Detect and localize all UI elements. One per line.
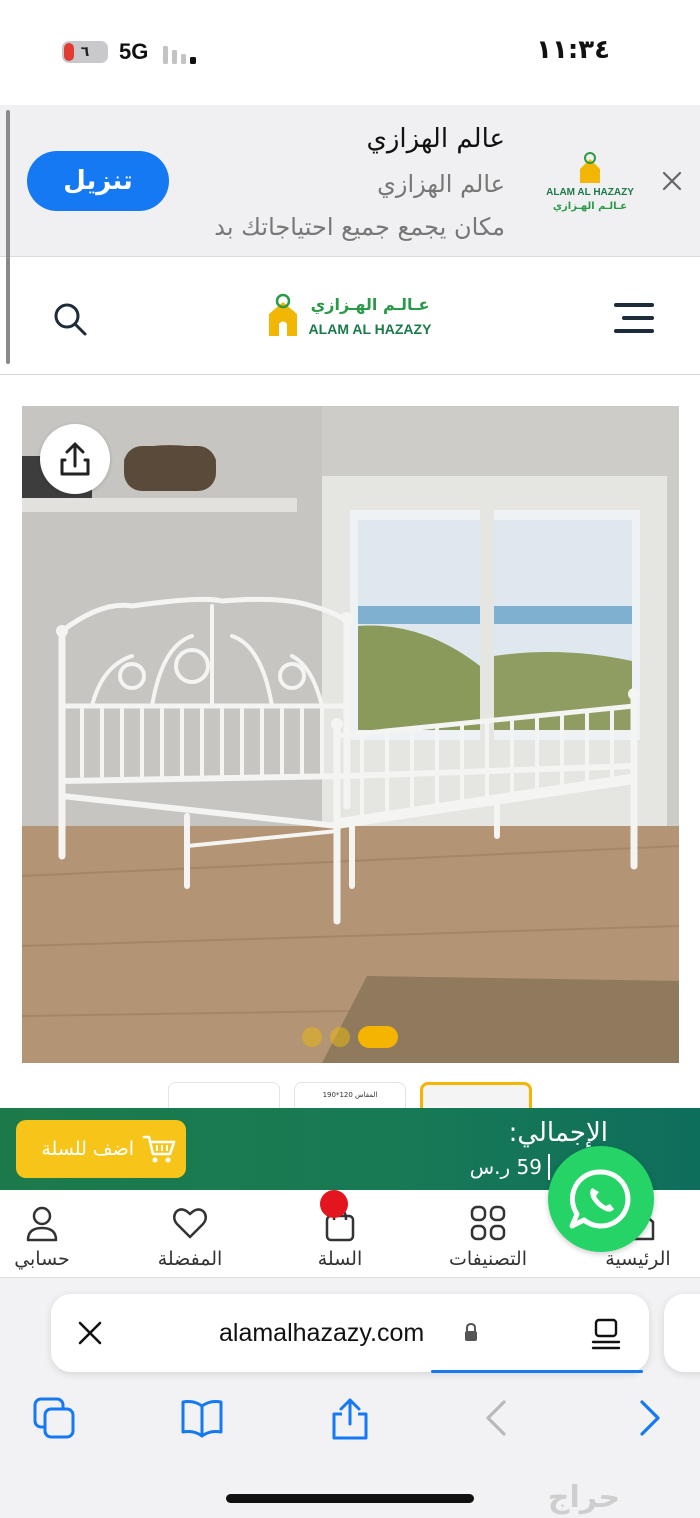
nav-favorites[interactable]: المفضلة <box>140 1190 240 1278</box>
menu-icon[interactable] <box>612 301 654 335</box>
install-app-button[interactable]: تنزيل <box>27 151 169 211</box>
add-to-cart-button[interactable]: اضف للسلة <box>16 1120 186 1178</box>
close-icon[interactable] <box>77 1320 103 1346</box>
search-icon[interactable] <box>52 301 88 337</box>
tabs-icon[interactable] <box>32 1396 76 1440</box>
browser-toolbar: alamalhazazy.com حراج <box>0 1278 700 1518</box>
site-logo-text-ar: عـالـم الهـزازي <box>311 295 430 315</box>
whatsapp-button[interactable] <box>548 1146 654 1252</box>
banner-app-description: مكان يجمع جميع احتياجاتك بد <box>214 213 505 241</box>
gallery-pagination <box>300 1026 410 1048</box>
nav-account[interactable]: حسابي <box>0 1190 84 1278</box>
app-logo-text-en: ALAM AL HAZAZY <box>546 187 634 198</box>
grid-icon <box>470 1205 506 1241</box>
app-install-banner: تنزيل عالم الهزازي عالم الهزازي مكان يجم… <box>0 105 700 257</box>
bookmarks-icon[interactable] <box>180 1396 224 1440</box>
pagination-dot[interactable] <box>330 1027 350 1047</box>
site-logo-text-en: ALAM AL HAZAZY <box>309 321 433 337</box>
network-type: 5G <box>119 39 149 64</box>
site-header: عـالـم الهـزازي ALAM AL HAZAZY <box>0 258 700 375</box>
pagination-dot[interactable] <box>302 1027 322 1047</box>
nav-account-label: حسابي <box>14 1248 70 1270</box>
whatsapp-icon <box>569 1169 631 1229</box>
thumbnail[interactable]: المقاس 120*190 <box>294 1082 406 1110</box>
signal-icon <box>163 46 196 64</box>
address-bar[interactable]: alamalhazazy.com <box>51 1294 649 1373</box>
total-label: الإجمالي: <box>508 1118 608 1148</box>
page-menu-icon[interactable] <box>591 1318 621 1350</box>
back-icon[interactable] <box>476 1396 520 1440</box>
page-load-progress <box>431 1370 643 1373</box>
share-button[interactable] <box>40 424 110 494</box>
nav-categories-label: التصنيفات <box>448 1248 528 1270</box>
forward-icon[interactable] <box>626 1396 670 1440</box>
share-icon <box>60 442 90 476</box>
scroll-indicator <box>6 110 10 364</box>
thumbnail-strip: المقاس 120*190 <box>0 1076 700 1110</box>
add-to-cart-label: اضف للسلة <box>41 1138 134 1160</box>
nav-categories[interactable]: التصنيفات <box>430 1190 546 1278</box>
banner-app-subtitle: عالم الهزازي <box>377 170 505 198</box>
bed-photo <box>22 406 679 1063</box>
close-banner-icon[interactable] <box>660 169 684 193</box>
cart-icon <box>142 1135 176 1163</box>
thumbnail[interactable] <box>168 1082 280 1110</box>
watermark: حراج <box>547 1480 621 1515</box>
battery-percent: ٦ <box>80 44 90 60</box>
app-logo: ALAM AL HAZAZY عـالـم الهـزازي <box>546 152 634 212</box>
app-logo-text-ar: عـالـم الهـزازي <box>553 201 627 212</box>
thumbnail-active[interactable] <box>420 1082 532 1110</box>
site-logo[interactable]: عـالـم الهـزازي ALAM AL HAZAZY <box>266 292 440 340</box>
share-icon[interactable] <box>328 1396 372 1440</box>
banner-app-title: عالم الهزازي <box>366 124 505 154</box>
lock-icon <box>465 1322 477 1341</box>
clock: ١١:٣٤ <box>536 35 610 65</box>
product-image[interactable] <box>22 406 679 1063</box>
pagination-dot-active[interactable] <box>358 1026 398 1048</box>
total-price: 59 ر.س <box>470 1154 550 1180</box>
heart-icon <box>173 1208 207 1239</box>
url-text[interactable]: alamalhazazy.com <box>219 1294 424 1372</box>
nav-cart-label: السلة <box>317 1248 363 1270</box>
thumbnail-caption: المقاس 120*190 <box>322 1091 378 1099</box>
next-tab-preview[interactable] <box>664 1294 700 1372</box>
nav-favorites-label: المفضلة <box>157 1248 223 1270</box>
battery-icon: ٦ <box>62 41 108 63</box>
status-bar: ٦ 5G ١١:٣٤ <box>0 0 700 105</box>
cart-badge <box>320 1190 348 1218</box>
user-icon <box>26 1206 58 1242</box>
home-indicator <box>226 1494 474 1503</box>
